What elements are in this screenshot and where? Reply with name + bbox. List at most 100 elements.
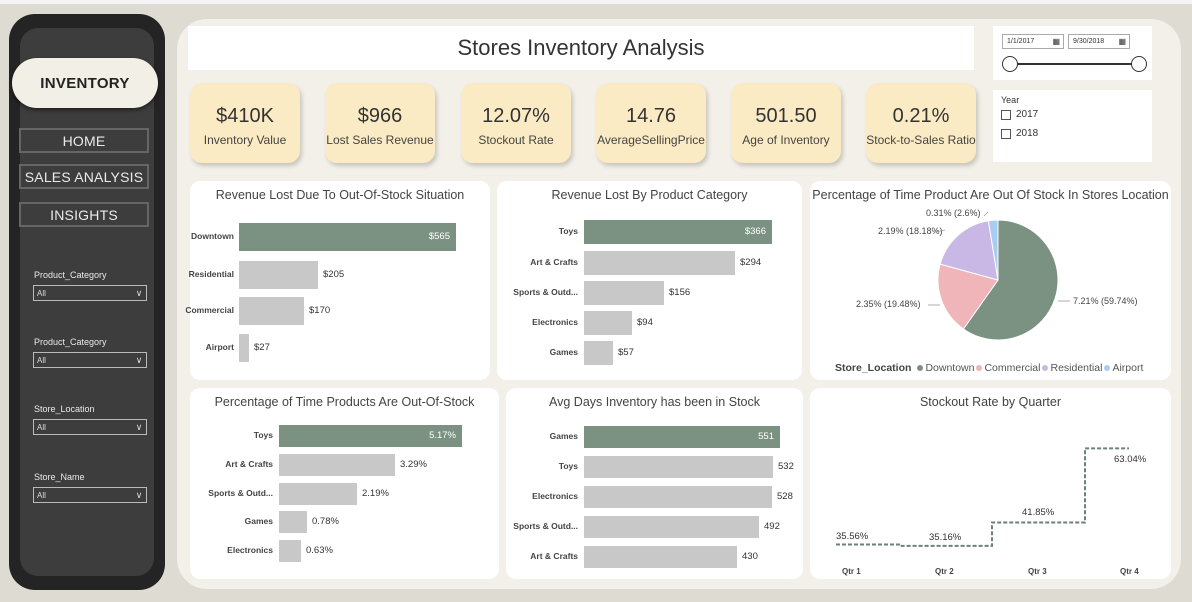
checkbox[interactable] <box>1001 128 1011 139</box>
data-label: $94 <box>637 317 653 328</box>
kpi-value: 14.76 <box>625 105 677 127</box>
kpi-value: $966 <box>357 105 403 127</box>
data-label: 2.19% <box>362 488 389 499</box>
category-label: Electronics <box>227 545 273 555</box>
chart-out-of-stock-by-location: Percentage of Time Product Are Out Of St… <box>810 181 1171 380</box>
data-label: $205 <box>323 269 345 280</box>
product-category-dropdown[interactable]: All ∨ <box>33 285 147 301</box>
bar[interactable] <box>584 546 737 568</box>
pie-data-label: 7.21% (59.74%) <box>1073 296 1138 306</box>
kpi-value: $410K <box>216 105 274 127</box>
year-option-2017[interactable]: 2017 <box>1001 109 1038 120</box>
date-slider-end-handle[interactable] <box>1131 56 1147 72</box>
store-location-dropdown[interactable]: All ∨ <box>33 419 147 435</box>
year-slicer: Year 2017 2018 <box>993 90 1152 162</box>
end-date-value: 9/30/2018 <box>1073 38 1105 45</box>
data-label: $156 <box>669 287 691 298</box>
category-label: Games <box>244 516 273 526</box>
calendar-icon[interactable]: ▦ <box>1052 37 1060 46</box>
bar[interactable] <box>584 251 735 275</box>
data-label: $57 <box>618 347 634 358</box>
bar[interactable] <box>584 456 773 478</box>
bar[interactable] <box>584 486 772 508</box>
kpi-card-stockout-rate: 12.07% Stockout Rate <box>461 83 571 163</box>
slicer-label-product-category-2: Product_Category <box>34 337 107 347</box>
bar[interactable] <box>584 516 759 538</box>
end-date-input[interactable]: 9/30/2018 ▦ <box>1068 34 1130 49</box>
slicer-label-store-location: Store_Location <box>34 404 95 414</box>
data-label: 0.78% <box>312 516 339 527</box>
checkbox[interactable] <box>1001 109 1011 120</box>
legend-item-residential[interactable]: Residential <box>1050 362 1102 374</box>
store-name-dropdown[interactable]: All ∨ <box>33 487 147 503</box>
category-label: Commercial <box>185 305 234 315</box>
pie-data-label: 2.19% (18.18%) <box>878 226 943 236</box>
dropdown-value: All <box>37 355 46 365</box>
nav-home-button[interactable]: HOME <box>19 128 149 153</box>
x-tick-label: Qtr 3 <box>1028 567 1047 576</box>
legend-item-commercial[interactable]: Commercial <box>984 362 1040 374</box>
data-label: 430 <box>742 551 758 562</box>
start-date-input[interactable]: 1/1/2017 ▦ <box>1002 34 1064 49</box>
product-category-dropdown-2[interactable]: All ∨ <box>33 352 147 368</box>
data-label: 551 <box>758 431 774 442</box>
bar[interactable] <box>279 511 307 533</box>
data-label: $294 <box>740 257 762 268</box>
data-label: $170 <box>309 305 331 316</box>
category-label: Sports & Outd... <box>513 287 578 297</box>
quarter-data-label: 35.56% <box>836 530 869 542</box>
legend-item-airport[interactable]: Airport <box>1112 362 1143 374</box>
legend-dot-airport <box>1104 365 1111 371</box>
quarter-data-label: 63.04% <box>1114 454 1147 466</box>
date-range-slicer: 1/1/2017 ▦ 9/30/2018 ▦ <box>993 26 1152 80</box>
data-label: $366 <box>744 226 766 237</box>
nav-inventory-button[interactable]: INVENTORY <box>12 58 158 108</box>
bar[interactable] <box>279 483 357 505</box>
kpi-card-inventory-value: $410K Inventory Value <box>190 83 300 163</box>
category-label: Toys <box>558 226 578 236</box>
x-tick-label: Qtr 2 <box>935 567 954 576</box>
nav-insights-button[interactable]: INSIGHTS <box>19 202 149 227</box>
category-label: Games <box>549 347 578 357</box>
nav-sales-analysis-button[interactable]: SALES ANALYSIS <box>19 164 149 189</box>
year-option-2018[interactable]: 2018 <box>1001 128 1038 139</box>
date-slider-start-handle[interactable] <box>1002 56 1018 72</box>
bar[interactable] <box>239 297 304 325</box>
bar[interactable] <box>279 540 301 562</box>
dropdown-value: All <box>37 490 46 500</box>
quarter-data-label: 41.85% <box>1022 506 1055 518</box>
chart-title: Revenue Lost By Product Category <box>551 188 748 202</box>
pie-data-label: 0.31% (2.6%) <box>926 208 981 218</box>
chart-revenue-lost-by-location: Revenue Lost Due To Out-Of-Stock Situati… <box>190 181 490 380</box>
legend-dot-downtown <box>917 365 924 371</box>
bar[interactable] <box>584 341 613 365</box>
legend-title: Store_Location <box>835 362 912 374</box>
data-label: 5.17% <box>429 430 456 441</box>
year-option-label: 2018 <box>1016 128 1039 139</box>
kpi-label: Stock-to-Sales Ratio <box>866 133 976 147</box>
data-label: $565 <box>428 231 450 242</box>
page-title: Stores Inventory Analysis <box>188 26 974 70</box>
category-label: Electronics <box>532 317 578 327</box>
legend-item-downtown[interactable]: Downtown <box>925 362 974 374</box>
date-slider-track[interactable] <box>1009 63 1139 65</box>
kpi-value: 501.50 <box>755 105 817 127</box>
category-label: Sports & Outd... <box>208 488 273 498</box>
bar[interactable] <box>584 281 664 305</box>
category-label: Art & Crafts <box>225 459 273 469</box>
data-label: 492 <box>764 521 780 532</box>
bar[interactable] <box>584 311 632 335</box>
category-label: Sports & Outd... <box>513 521 578 531</box>
calendar-icon[interactable]: ▦ <box>1118 37 1126 46</box>
bar[interactable] <box>239 261 318 289</box>
kpi-label: Stockout Rate <box>478 133 554 147</box>
chart-title: Revenue Lost Due To Out-Of-Stock Situati… <box>215 188 465 202</box>
chart-title: Percentage of Time Products Are Out-Of-S… <box>214 395 475 409</box>
chart-stockout-rate-by-quarter: Stockout Rate by Quarter <box>810 388 1171 579</box>
pie-data-label: 2.35% (19.48%) <box>856 299 921 309</box>
bar[interactable] <box>279 454 395 476</box>
quarter-data-label: 35.16% <box>929 531 962 543</box>
year-slicer-title: Year <box>1001 95 1020 105</box>
chart-title: Percentage of Time Product Are Out Of St… <box>812 188 1169 202</box>
bar[interactable] <box>239 334 249 362</box>
